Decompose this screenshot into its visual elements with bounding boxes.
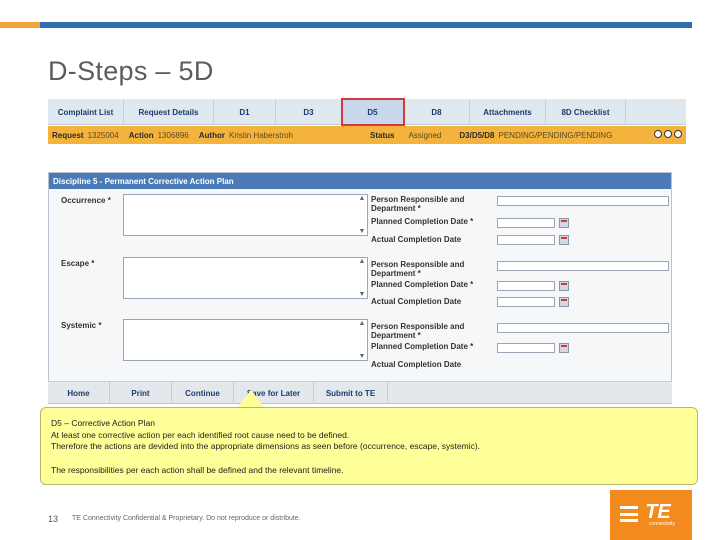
request-label: Request [52, 130, 84, 140]
logo-subtext: connectivity [648, 520, 676, 527]
escape-person-label: Person Responsible and Department * [371, 260, 465, 278]
escape-person-input[interactable] [497, 261, 669, 271]
request-status-bar: Request 1325004 Action 1306896 Author Kr… [48, 126, 686, 144]
panel-header: Discipline 5 - Permanent Corrective Acti… [49, 173, 671, 189]
escape-scrollbar[interactable]: ▲ ▼ [357, 258, 367, 298]
home-button[interactable]: Home [48, 382, 110, 404]
systemic-planned-label: Planned Completion Date * [371, 342, 474, 351]
occurrence-person-input[interactable] [497, 196, 669, 206]
slide-title: D-Steps – 5D [48, 56, 214, 86]
page-number: 13 [48, 514, 59, 524]
tab-d1[interactable]: D1 [214, 99, 276, 125]
request-value: 1325004 [87, 130, 119, 140]
systemic-person-label: Person Responsible and Department * [371, 322, 465, 340]
tab-bar: Complaint List Request Details D1 D3 D5 … [48, 98, 686, 126]
calendar-icon[interactable] [559, 297, 569, 307]
systemic-scrollbar[interactable]: ▲ ▼ [357, 320, 367, 360]
escape-planned-input[interactable] [497, 281, 555, 291]
author-label: Author [198, 130, 225, 140]
systemic-label: Systemic * [61, 321, 102, 330]
action-bar: Home Print Continue Save for Later Submi… [48, 381, 672, 404]
status-label: Status [370, 130, 395, 140]
escape-actual-label: Actual Completion Date [371, 297, 462, 306]
systemic-actual-label: Actual Completion Date [371, 360, 462, 369]
callout-pointer [237, 390, 265, 408]
escape-planned-label: Planned Completion Date * [371, 280, 474, 289]
tab-d5[interactable]: D5 [341, 98, 405, 126]
systemic-row: Systemic * ▲ ▼ Person Responsible and Dep… [49, 316, 673, 378]
occurrence-planned-input[interactable] [497, 218, 555, 228]
systemic-textarea[interactable] [123, 319, 368, 361]
tab-complaint-list[interactable]: Complaint List [48, 99, 124, 125]
steps-label: D3/D5/D8 [459, 130, 495, 140]
calendar-icon[interactable] [559, 235, 569, 245]
more-options-icon[interactable] [654, 130, 682, 138]
corrective-action-panel: Discipline 5 - Permanent Corrective Acti… [48, 172, 672, 404]
systemic-planned-input[interactable] [497, 343, 555, 353]
continue-button[interactable]: Continue [172, 382, 234, 404]
submit-to-te-button[interactable]: Submit to TE [314, 382, 388, 404]
tab-8d-checklist[interactable]: 8D Checklist [546, 99, 626, 125]
callout-line: D5 – Corrective Action Plan [51, 418, 155, 428]
escape-row: Escape * ▲ ▼ Person Responsible and Depar… [49, 254, 673, 316]
tab-d3[interactable]: D3 [276, 99, 342, 125]
print-button[interactable]: Print [110, 382, 172, 404]
author-value: Kristin Haberstroh [228, 130, 294, 140]
tab-d8[interactable]: D8 [404, 99, 470, 125]
tab-attachments[interactable]: Attachments [470, 99, 546, 125]
occurrence-actual-label: Actual Completion Date [371, 235, 462, 244]
callout-line: The responsibilities per each action sha… [51, 464, 344, 475]
callout-note: D5 – Corrective Action Plan At least one… [40, 407, 698, 485]
status-value: Assigned [408, 130, 442, 140]
callout-line: Therefore the actions are devided into t… [51, 441, 481, 451]
tab-spacer [626, 99, 684, 125]
occurrence-textarea[interactable] [123, 194, 368, 236]
occurrence-row: Occurrence * ▲ ▼ Person Responsible and D… [49, 191, 673, 253]
occurrence-person-label: Person Responsible and Department * [371, 195, 465, 213]
calendar-icon[interactable] [559, 281, 569, 291]
escape-actual-input[interactable] [497, 297, 555, 307]
slide-top-bar [0, 22, 692, 28]
calendar-icon[interactable] [559, 218, 569, 228]
te-connectivity-logo: TE connectivity [610, 490, 692, 540]
escape-label: Escape * [61, 259, 95, 268]
occurrence-planned-label: Planned Completion Date * [371, 217, 474, 226]
action-label: Action [128, 130, 154, 140]
tab-request-details[interactable]: Request Details [124, 99, 214, 125]
occurrence-scrollbar[interactable]: ▲ ▼ [357, 195, 367, 235]
action-value: 1306896 [157, 130, 189, 140]
calendar-icon[interactable] [559, 343, 569, 353]
logo-text: TE [645, 500, 671, 523]
callout-line: At least one corrective action per each … [51, 429, 350, 440]
occurrence-label: Occurrence * [61, 196, 111, 205]
escape-textarea[interactable] [123, 257, 368, 299]
confidentiality-footer: TE Connectivity Confidential & Proprieta… [72, 515, 301, 522]
steps-value: PENDING/PENDING/PENDING [498, 130, 613, 140]
systemic-person-input[interactable] [497, 323, 669, 333]
occurrence-actual-input[interactable] [497, 235, 555, 245]
